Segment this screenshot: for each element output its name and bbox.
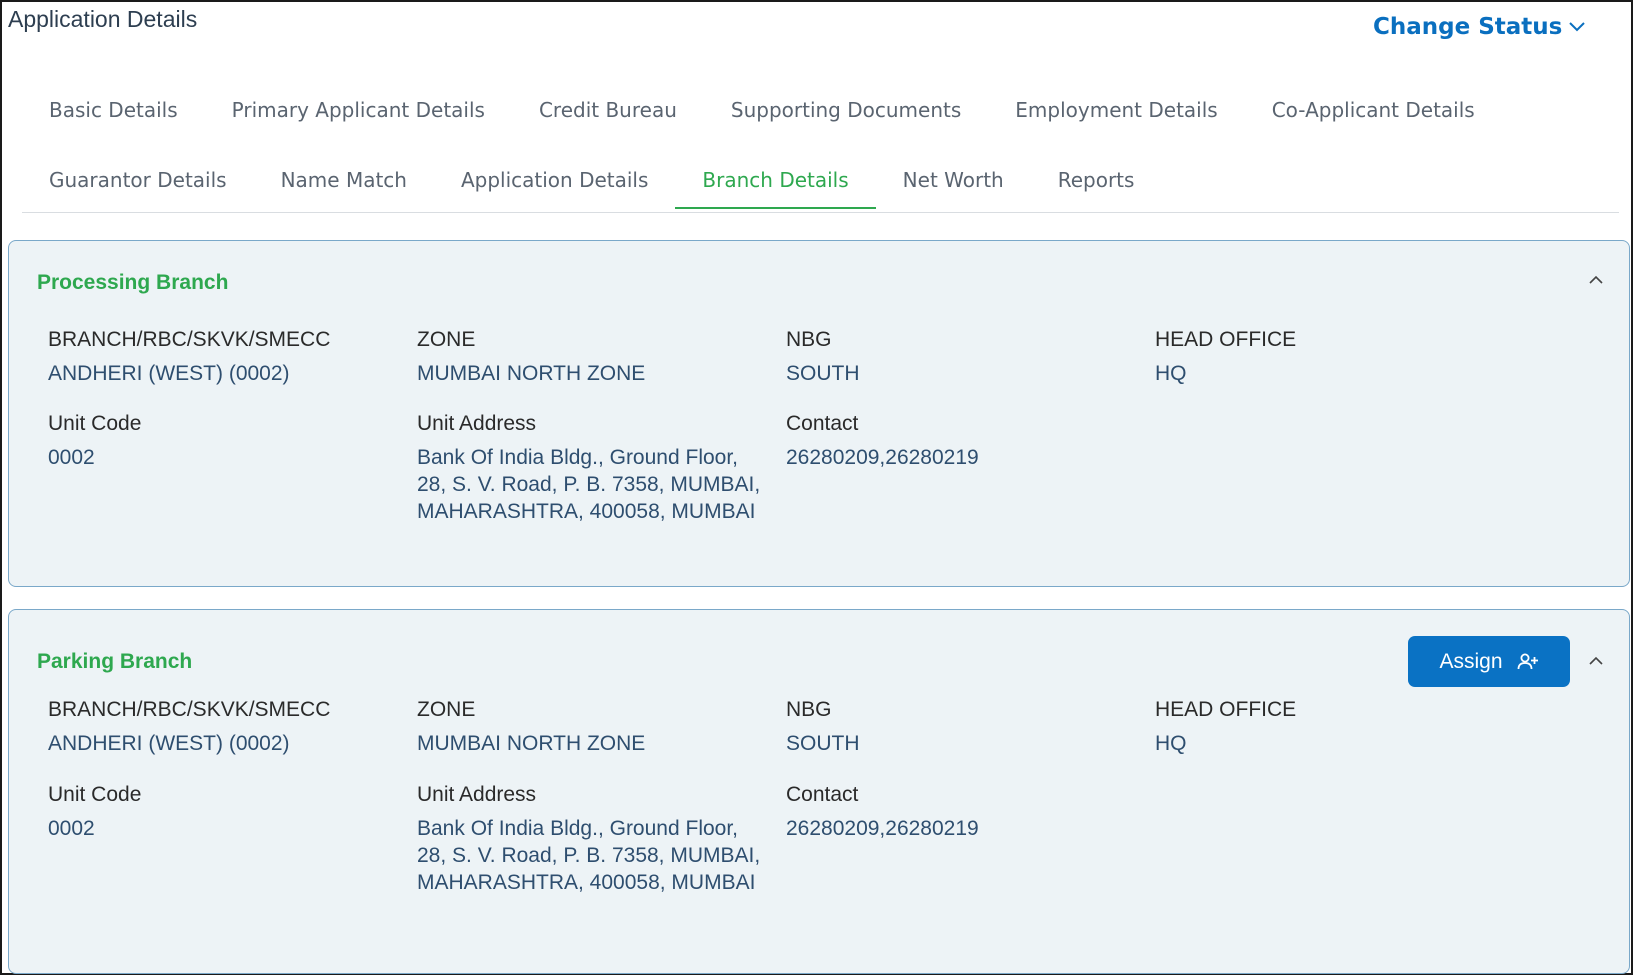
contact-field: Contact 26280209,26280219 — [786, 781, 1166, 842]
branch-label: BRANCH/RBC/SKVK/SMECC — [48, 698, 331, 721]
branch-field: BRANCH/RBC/SKVK/SMECC ANDHERI (WEST) (00… — [48, 696, 428, 757]
tabs-row-1: Basic Details Primary Applicant Details … — [22, 90, 1502, 139]
unit-address-field: Unit Address Bank Of India Bldg., Ground… — [417, 781, 797, 896]
unit-address-line: 28, S. V. Road, P. B. 7358, MUMBAI, — [417, 844, 761, 867]
tab-basic-details[interactable]: Basic Details — [22, 90, 205, 139]
zone-label: ZONE — [417, 698, 476, 721]
tab-application-details[interactable]: Application Details — [434, 160, 675, 209]
head-office-value: HQ — [1155, 732, 1187, 755]
parking-branch-card: Parking Branch Assign BRANCH/RBC/SKVK/SM… — [8, 609, 1630, 974]
unit-address-value: Bank Of India Bldg., Ground Floor, 28, S… — [417, 815, 797, 896]
unit-address-line: Bank Of India Bldg., Ground Floor, — [417, 446, 739, 469]
zone-label: ZONE — [417, 328, 476, 351]
zone-field: ZONE MUMBAI NORTH ZONE — [417, 696, 797, 757]
tab-branch-details[interactable]: Branch Details — [675, 160, 876, 209]
unit-address-field: Unit Address Bank Of India Bldg., Ground… — [417, 410, 797, 525]
unit-address-value: Bank Of India Bldg., Ground Floor, 28, S… — [417, 444, 797, 525]
branch-value: ANDHERI (WEST) (0002) — [48, 362, 290, 385]
zone-field: ZONE MUMBAI NORTH ZONE — [417, 326, 797, 387]
tabs-divider — [22, 212, 1619, 213]
page-title: Application Details — [8, 6, 198, 32]
branch-field: BRANCH/RBC/SKVK/SMECC ANDHERI (WEST) (00… — [48, 326, 428, 387]
head-office-field: HEAD OFFICE HQ — [1155, 326, 1535, 387]
zone-value: MUMBAI NORTH ZONE — [417, 732, 646, 755]
unit-address-label: Unit Address — [417, 783, 537, 806]
processing-branch-title: Processing Branch — [37, 271, 229, 294]
tab-co-applicant-details[interactable]: Co-Applicant Details — [1245, 90, 1502, 139]
processing-branch-card: Processing Branch BRANCH/RBC/SKVK/SMECC … — [8, 240, 1630, 587]
head-office-label: HEAD OFFICE — [1155, 698, 1297, 721]
contact-label: Contact — [786, 783, 859, 806]
change-status-label: Change Status — [1373, 14, 1563, 40]
nbg-label: NBG — [786, 328, 832, 351]
contact-label: Contact — [786, 412, 859, 435]
nbg-field: NBG SOUTH — [786, 696, 1166, 757]
change-status-button[interactable]: Change Status — [1373, 14, 1586, 40]
assign-label: Assign — [1439, 649, 1503, 673]
app-frame: Application Details Change Status Basic … — [0, 0, 1633, 975]
nbg-value: SOUTH — [786, 732, 860, 755]
unit-address-line: MAHARASHTRA, 400058, MUMBAI — [417, 500, 756, 523]
nbg-label: NBG — [786, 698, 832, 721]
unit-address-line: MAHARASHTRA, 400058, MUMBAI — [417, 871, 756, 894]
nbg-value: SOUTH — [786, 362, 860, 385]
tab-reports[interactable]: Reports — [1031, 160, 1162, 209]
unit-code-value: 0002 — [48, 817, 95, 840]
contact-value: 26280209,26280219 — [786, 817, 979, 840]
unit-code-field: Unit Code 0002 — [48, 781, 428, 842]
zone-value: MUMBAI NORTH ZONE — [417, 362, 646, 385]
unit-address-line: Bank Of India Bldg., Ground Floor, — [417, 817, 739, 840]
head-office-field: HEAD OFFICE HQ — [1155, 696, 1535, 757]
contact-field: Contact 26280209,26280219 — [786, 410, 1166, 471]
parking-branch-title: Parking Branch — [37, 650, 193, 673]
nbg-field: NBG SOUTH — [786, 326, 1166, 387]
chevron-up-icon[interactable] — [1587, 273, 1605, 287]
tab-primary-applicant-details[interactable]: Primary Applicant Details — [205, 90, 512, 139]
unit-code-label: Unit Code — [48, 783, 142, 806]
head-office-value: HQ — [1155, 362, 1187, 385]
unit-code-field: Unit Code 0002 — [48, 410, 428, 471]
tab-employment-details[interactable]: Employment Details — [988, 90, 1244, 139]
unit-address-label: Unit Address — [417, 412, 537, 435]
chevron-down-icon — [1569, 22, 1586, 32]
unit-code-value: 0002 — [48, 446, 95, 469]
tab-credit-bureau[interactable]: Credit Bureau — [512, 90, 704, 139]
tab-net-worth[interactable]: Net Worth — [876, 160, 1031, 209]
branch-value: ANDHERI (WEST) (0002) — [48, 732, 290, 755]
tab-guarantor-details[interactable]: Guarantor Details — [22, 160, 254, 209]
unit-address-line: 28, S. V. Road, P. B. 7358, MUMBAI, — [417, 473, 761, 496]
branch-label: BRANCH/RBC/SKVK/SMECC — [48, 328, 331, 351]
tab-supporting-documents[interactable]: Supporting Documents — [704, 90, 988, 139]
contact-value: 26280209,26280219 — [786, 446, 979, 469]
tabs-row-2: Guarantor Details Name Match Application… — [22, 160, 1161, 209]
chevron-up-icon[interactable] — [1587, 654, 1605, 668]
tab-name-match[interactable]: Name Match — [254, 160, 434, 209]
assign-button[interactable]: Assign — [1408, 636, 1570, 687]
unit-code-label: Unit Code — [48, 412, 142, 435]
head-office-label: HEAD OFFICE — [1155, 328, 1297, 351]
add-user-icon — [1517, 653, 1538, 669]
